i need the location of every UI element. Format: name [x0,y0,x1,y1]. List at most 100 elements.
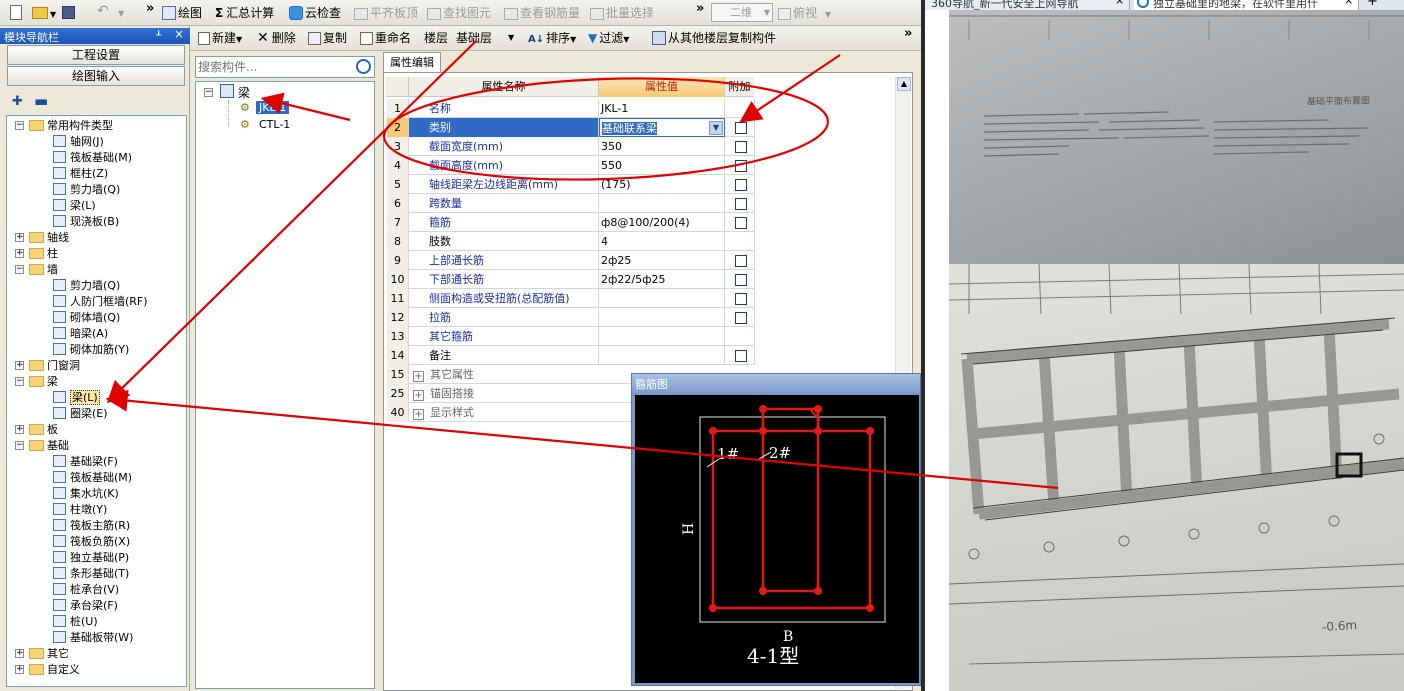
tab-close-icon[interactable]: × [1344,0,1353,7]
draw-button[interactable]: 绘图 [162,4,202,22]
collapse-all-icon[interactable]: ▬ [34,92,48,110]
expand-icon[interactable]: + [413,371,424,382]
pin-icon[interactable]: ᚆ [156,28,161,41]
dropdown-arrow-icon[interactable]: ▼ [50,10,56,19]
nav-tree-folder[interactable]: − 梁 [7,374,58,390]
property-row[interactable]: 5 轴线距梁左边线距离(mm) (175) [387,175,755,194]
close-icon[interactable]: × [174,27,184,41]
nav-tree-item[interactable]: 暗梁(A) [7,326,108,342]
expand-icon[interactable]: + [413,409,424,420]
expand-icon[interactable]: + [15,425,24,434]
nav-tree-item[interactable]: 基础梁(F) [7,454,118,470]
property-value-cell[interactable]: 4 [599,232,725,251]
property-tab[interactable]: 属性编辑 [383,52,441,72]
extra-checkbox[interactable] [735,179,747,191]
nav-tree-item[interactable]: 轴网(J) [7,134,104,150]
new-file-icon[interactable] [10,5,22,20]
extra-checkbox[interactable] [735,312,747,324]
nav-tree-item[interactable]: 筏板负筋(X) [7,534,130,550]
property-row[interactable]: 13 其它箍筋 [387,327,755,346]
nav-tree-item[interactable]: 砌体加筋(Y) [7,342,129,358]
collapse-icon[interactable]: − [15,377,24,386]
save-icon[interactable] [62,6,75,19]
nav-tree-item[interactable]: 筏板主筋(R) [7,518,130,534]
new-tab-icon[interactable]: + [1367,0,1378,9]
property-value-cell[interactable]: ф8@100/200(4) [599,213,725,232]
nav-tree-item[interactable]: 框柱(Z) [7,166,108,182]
property-row[interactable]: 7 箍筋 ф8@100/200(4) [387,213,755,232]
nav-tree-item[interactable]: 剪力墙(Q) [7,278,120,294]
property-value-cell[interactable] [599,346,725,365]
nav-tree-item[interactable]: 筏板基础(M) [7,150,132,166]
extra-checkbox[interactable] [735,350,747,362]
property-value-cell[interactable]: 350 [599,137,725,156]
property-value-cell[interactable]: (175) [599,175,725,194]
property-row[interactable]: 12 拉筋 [387,308,755,327]
component-item[interactable]: CTL-1 [256,118,293,131]
flat-top-button[interactable]: 平齐板顶 [354,4,418,22]
extra-checkbox[interactable] [735,160,747,172]
property-row[interactable]: 2 类别 基础联系梁 ▼ [387,118,755,137]
expand-icon[interactable]: + [15,233,24,242]
filter-button[interactable]: ▼ 过滤▼ [588,29,629,47]
nav-tree-item[interactable]: 砌体墙(Q) [7,310,120,326]
undo-icon[interactable]: ↶ [97,3,109,19]
property-value-cell[interactable]: JKL-1 [599,99,725,118]
search-box[interactable] [195,56,375,78]
tab-close-icon[interactable]: × [1115,0,1124,7]
property-row[interactable]: 4 截面高度(mm) 550 [387,156,755,175]
nav-tree-folder[interactable]: + 其它 [7,646,69,662]
property-value-cell[interactable] [599,289,725,308]
property-value-cell[interactable] [599,308,725,327]
nav-tree-folder[interactable]: + 板 [7,422,58,438]
draw-input-button[interactable]: 绘图输入 [7,66,185,86]
sum-calc-button[interactable]: Σ 汇总计算 [215,4,274,22]
perspective-select[interactable]: 俯视 ▼ [778,4,831,22]
property-value-cell[interactable] [599,194,725,213]
extra-checkbox[interactable] [735,293,747,305]
expand-icon[interactable]: + [413,390,424,401]
new-button[interactable]: 新建▼ [198,29,242,47]
property-row[interactable]: 8 肢数 4 [387,232,755,251]
extra-checkbox[interactable] [735,198,747,210]
view-mode-select[interactable]: 二维 ▼ [711,3,773,22]
collapse-icon[interactable]: − [15,265,24,274]
chevron-down-icon[interactable]: ▼ [709,121,723,135]
property-value-cell[interactable] [599,327,725,346]
nav-tree-folder[interactable]: − 常用构件类型 [7,118,113,134]
nav-tree-item[interactable]: 承台梁(F) [7,598,118,614]
search-icon[interactable] [356,59,371,74]
nav-tree-item[interactable]: 基础板带(W) [7,630,133,646]
component-item[interactable]: JKL-1 [256,101,290,114]
property-row[interactable]: 14 备注 [387,346,755,365]
find-element-button[interactable]: 查找图元 [427,4,491,22]
property-row[interactable]: 3 截面宽度(mm) 350 [387,137,755,156]
scroll-up-icon[interactable]: ▲ [897,77,911,91]
nav-tree-folder[interactable]: + 自定义 [7,662,80,678]
property-row[interactable]: 10 下部通长筋 2ф22/5ф25 [387,270,755,289]
browser-tab-active[interactable]: 独立基础里的地梁，在软件里用什 × [1134,0,1359,10]
open-folder-icon[interactable] [32,7,48,19]
nav-tree-item[interactable]: 圈梁(E) [7,406,108,422]
rename-button[interactable]: 重命名 [360,29,411,47]
delete-button[interactable]: ✕ 删除 [257,29,296,47]
extra-checkbox[interactable] [735,122,747,134]
collapse-icon[interactable]: − [15,121,24,130]
property-row[interactable]: 11 侧面构造或受扭筋(总配筋值) [387,289,755,308]
expand-icon[interactable]: + [15,249,24,258]
property-value-cell[interactable]: 2ф25 [599,251,725,270]
nav-tree-item[interactable]: 梁(L) [7,198,96,214]
nav-tree-item[interactable]: 集水坑(K) [7,486,119,502]
extra-checkbox[interactable] [735,141,747,153]
nav-tree-item[interactable]: 桩承台(V) [7,582,119,598]
property-value-cell[interactable]: 550 [599,156,725,175]
search-input[interactable] [198,59,348,75]
property-row[interactable]: 9 上部通长筋 2ф25 [387,251,755,270]
toolbar-chevron-2[interactable]: » [696,1,704,16]
extra-checkbox[interactable] [735,274,747,286]
collapse-icon[interactable]: − [15,441,24,450]
view-rebar-button[interactable]: 查看钢筋量 [504,4,580,22]
browser-tab[interactable]: 360导航_新一代安全上网导航 × [925,0,1130,10]
expand-icon[interactable]: + [15,665,24,674]
nav-tree-item[interactable]: 筏板基础(M) [7,470,132,486]
